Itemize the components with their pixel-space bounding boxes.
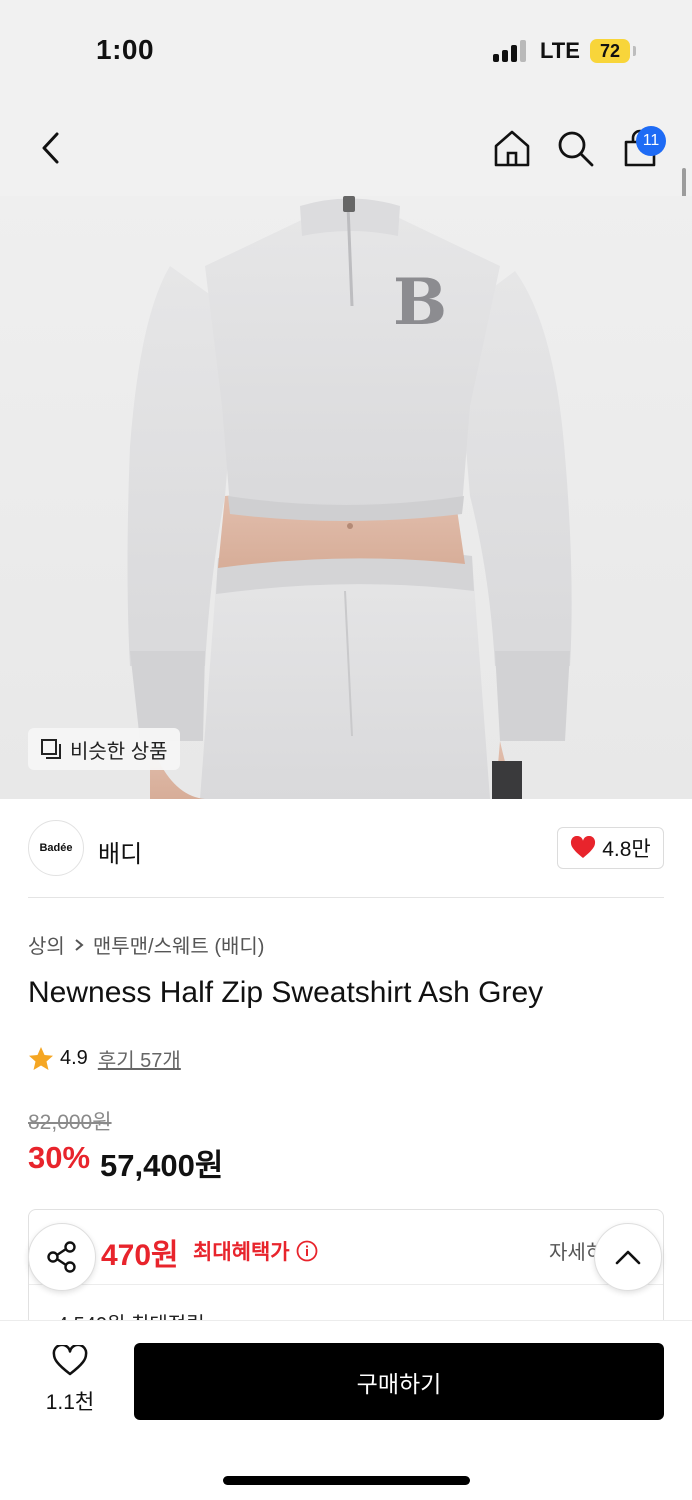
sale-price: 57,400원 xyxy=(100,1148,224,1183)
status-time: 1:00 xyxy=(96,34,155,65)
wishlist-count: 1.1천 xyxy=(45,1391,95,1414)
section-divider xyxy=(28,897,664,898)
product-image[interactable]: B xyxy=(0,196,692,799)
network-type: LTE xyxy=(540,38,580,63)
similar-products-chip[interactable]: 비슷한 상품 xyxy=(28,728,180,770)
share-icon xyxy=(47,1241,76,1273)
brand-logo[interactable]: Badée xyxy=(28,820,84,876)
back-button[interactable] xyxy=(28,126,72,170)
heart-filled-icon xyxy=(571,836,596,858)
brand-name[interactable]: 배디 xyxy=(98,834,142,869)
brand-row: Badée 배디 4.8만 xyxy=(0,800,692,898)
buy-button[interactable]: 구매하기 xyxy=(134,1343,664,1420)
similar-products-label: 비슷한 상품 xyxy=(70,740,168,763)
rating-value: 4.9 xyxy=(60,1047,88,1069)
bottom-action-bar: 1.1천 구매하기 xyxy=(0,1320,692,1500)
original-price: 82,000원 xyxy=(28,1111,112,1134)
home-icon xyxy=(494,130,530,167)
info-icon[interactable] xyxy=(296,1240,318,1262)
breadcrumb-subcategory[interactable]: 맨투맨/스웨트 (배디) xyxy=(93,930,265,959)
battery-tip xyxy=(633,46,636,56)
chevron-right-icon xyxy=(75,938,84,951)
breadcrumb: 상의 맨투맨/스웨트 (배디) xyxy=(28,930,264,959)
share-button[interactable] xyxy=(28,1223,96,1291)
review-count-link[interactable]: 후기 57개 xyxy=(98,1044,181,1073)
discount-rate: 30% xyxy=(28,1140,91,1175)
benefit-divider xyxy=(29,1284,663,1285)
price-row: 30% 57,400원 xyxy=(28,1140,223,1185)
brand-like-count: 4.8만 xyxy=(602,838,651,861)
home-button[interactable] xyxy=(490,126,534,170)
sweatshirt-illustration: B xyxy=(127,196,572,799)
max-benefit-price: 470원 xyxy=(101,1239,179,1272)
scroll-top-button[interactable] xyxy=(594,1223,662,1291)
status-bar: 1:00 LTE 72 xyxy=(0,0,692,100)
rating-row: 4.9 후기 57개 xyxy=(28,1044,181,1073)
battery-icon: 72 xyxy=(590,39,630,63)
product-title: Newness Half Zip Sweatshirt Ash Grey xyxy=(28,976,544,1009)
chevron-up-icon xyxy=(615,1250,641,1265)
search-button[interactable] xyxy=(553,126,597,170)
home-indicator[interactable] xyxy=(223,1476,470,1485)
heart-outline-icon xyxy=(52,1343,88,1376)
breadcrumb-category[interactable]: 상의 xyxy=(28,930,65,959)
cart-count-badge: 11 xyxy=(636,126,666,156)
search-icon xyxy=(558,131,594,167)
svg-text:B: B xyxy=(393,265,447,340)
max-benefit-label-text: 최대혜택가 xyxy=(193,1241,290,1264)
copy-icon xyxy=(41,739,61,759)
chevron-left-icon xyxy=(42,132,59,164)
top-nav xyxy=(0,100,692,196)
max-benefit-label: 최대혜택가 xyxy=(193,1236,318,1266)
wishlist-button[interactable]: 1.1천 xyxy=(40,1343,100,1416)
brand-like-button[interactable]: 4.8만 xyxy=(557,827,664,869)
signal-icon xyxy=(493,40,527,62)
star-icon xyxy=(29,1046,53,1070)
